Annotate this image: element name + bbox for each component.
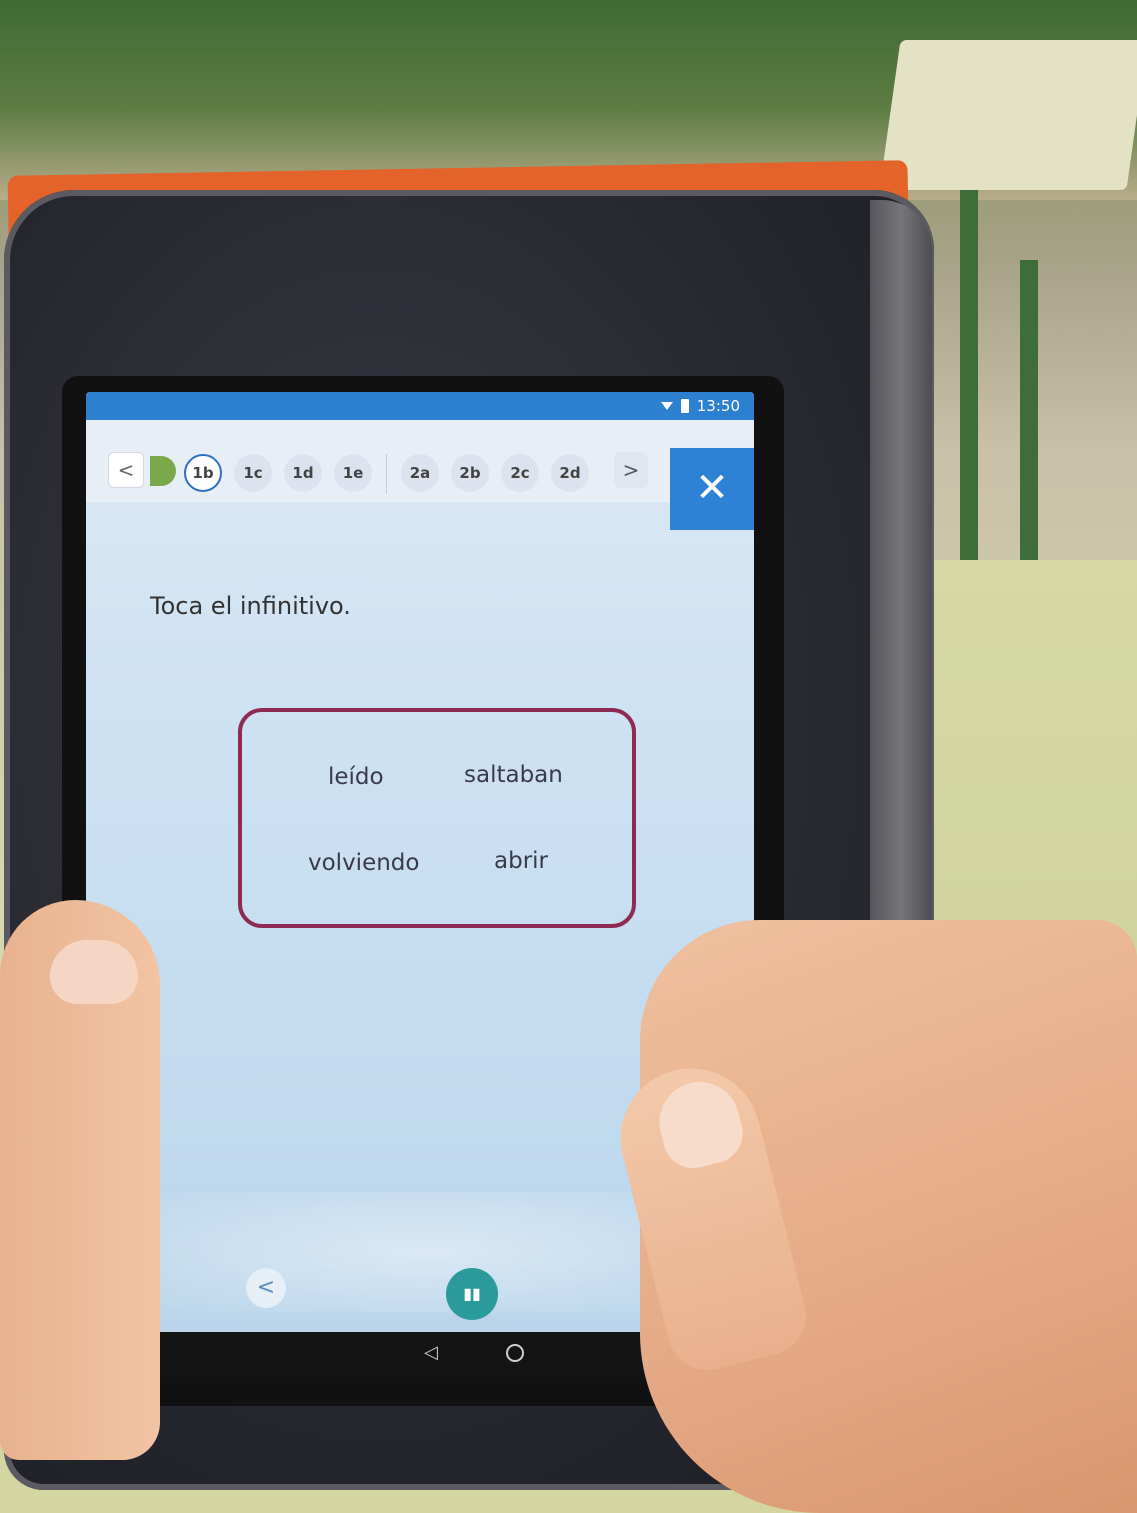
chip-divider [386, 454, 387, 494]
exercise-chip[interactable]: 2b [451, 454, 489, 492]
previous-page-button[interactable]: < [246, 1268, 286, 1308]
exercise-chip[interactable]: 2d [551, 454, 589, 492]
android-home-icon[interactable] [506, 1344, 524, 1362]
left-thumbnail [50, 940, 138, 1004]
exercise-chip[interactable]: 1e [334, 454, 372, 492]
answer-option[interactable]: leído [328, 764, 384, 790]
screen-reflection [146, 1192, 706, 1312]
desk-leg [960, 190, 978, 570]
exercise-chip[interactable]: 2a [401, 454, 439, 492]
exercise-chip[interactable]: 2c [501, 454, 539, 492]
chevron-left-icon[interactable]: < [108, 452, 144, 488]
answer-options-box: leído saltaban volviendo abrir [238, 708, 636, 928]
exercise-chip-current[interactable]: 1b [184, 454, 222, 492]
pause-icon[interactable]: ▮▮ [446, 1268, 498, 1320]
exercise-chip[interactable]: 1d [284, 454, 322, 492]
answer-option[interactable]: volviendo [308, 850, 419, 876]
exercise-chips: 1b 1c 1d 1e 2a 2b 2c 2d [184, 454, 589, 494]
background-desk [879, 40, 1137, 190]
exercise-toolbar: < 1b 1c 1d 1e 2a 2b 2c 2d > ✕ [86, 420, 754, 530]
status-bar: 13:50 [86, 392, 754, 420]
completed-exercise-chip[interactable] [150, 456, 176, 486]
answer-option[interactable]: abrir [494, 848, 548, 874]
answer-option[interactable]: saltaban [464, 762, 563, 788]
chevron-right-icon[interactable]: > [614, 452, 648, 488]
status-time: 13:50 [696, 397, 740, 415]
wifi-icon [660, 402, 673, 410]
battery-icon [680, 399, 689, 413]
exercise-chip[interactable]: 1c [234, 454, 272, 492]
exercise-instruction: Toca el infinitivo. [150, 592, 351, 620]
android-back-icon[interactable]: ◁ [424, 1342, 438, 1363]
close-icon[interactable]: ✕ [670, 448, 754, 530]
desk-leg [1020, 260, 1038, 580]
